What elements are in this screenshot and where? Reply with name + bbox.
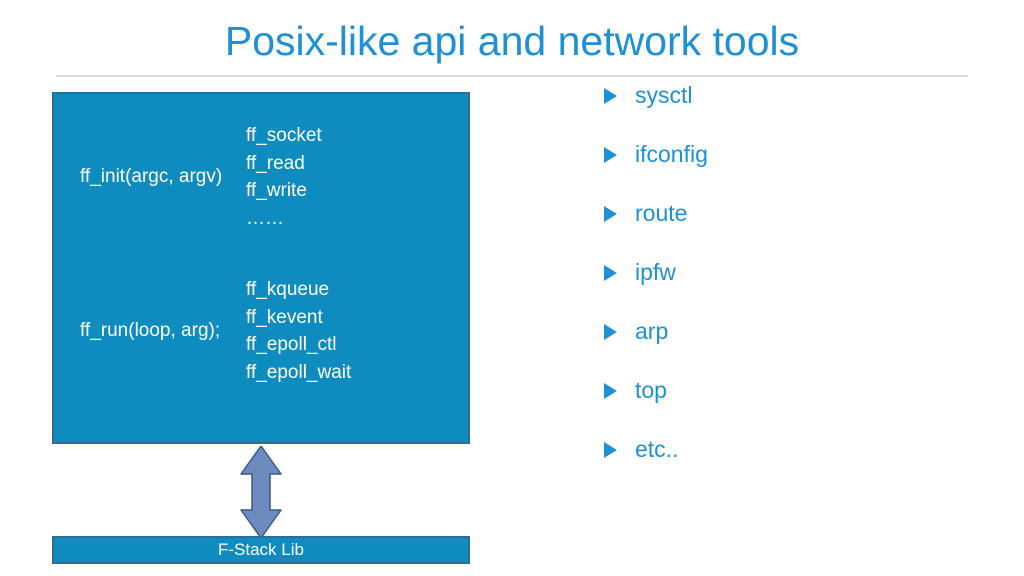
api-row1-right: ff_socket ff_read ff_write …… <box>246 122 450 232</box>
tool-item-top: top <box>604 377 708 404</box>
api-fn: ff_read <box>246 150 450 178</box>
api-fn: ff_kqueue <box>246 276 450 304</box>
tool-label: top <box>635 377 667 404</box>
bullet-icon <box>604 324 617 340</box>
tool-label: arp <box>635 318 668 345</box>
slide: Posix-like api and network tools ff_init… <box>0 0 1024 576</box>
api-fn: ff_kevent <box>246 304 450 332</box>
api-row2-left: ff_run(loop, arg); <box>80 276 246 386</box>
api-fn: ff_epoll_wait <box>246 359 450 387</box>
tool-item-route: route <box>604 200 708 227</box>
tool-item-ipfw: ipfw <box>604 259 708 286</box>
bullet-icon <box>604 383 617 399</box>
bullet-icon <box>604 265 617 281</box>
api-fn: …… <box>246 205 450 233</box>
tool-item-ifconfig: ifconfig <box>604 141 708 168</box>
tool-label: route <box>635 200 687 227</box>
slide-title: Posix-like api and network tools <box>0 0 1024 65</box>
api-row1-left: ff_init(argc, argv) <box>80 122 246 232</box>
api-fn: ff_socket <box>246 122 450 150</box>
title-rule <box>56 75 968 77</box>
fstack-lib-box: F-Stack Lib <box>52 536 470 564</box>
bullet-icon <box>604 442 617 458</box>
tool-item-etc: etc.. <box>604 436 708 463</box>
api-fn: ff_epoll_ctl <box>246 331 450 359</box>
tool-label: ifconfig <box>635 141 708 168</box>
content-area: ff_init(argc, argv) ff_socket ff_read ff… <box>56 88 984 576</box>
bullet-icon <box>604 206 617 222</box>
tool-item-arp: arp <box>604 318 708 345</box>
fstack-lib-label: F-Stack Lib <box>218 540 304 560</box>
api-box: ff_init(argc, argv) ff_socket ff_read ff… <box>52 92 470 444</box>
bullet-icon <box>604 147 617 163</box>
tool-label: sysctl <box>635 82 693 109</box>
double-arrow-icon <box>236 446 286 538</box>
tool-label: ipfw <box>635 259 676 286</box>
api-fn: ff_write <box>246 177 450 205</box>
api-grid: ff_init(argc, argv) ff_socket ff_read ff… <box>80 122 450 386</box>
tools-list: sysctl ifconfig route ipfw arp top <box>604 82 708 463</box>
api-row2-right: ff_kqueue ff_kevent ff_epoll_ctl ff_epol… <box>246 276 450 386</box>
tool-item-sysctl: sysctl <box>604 82 708 109</box>
bullet-icon <box>604 88 617 104</box>
tool-label: etc.. <box>635 436 678 463</box>
